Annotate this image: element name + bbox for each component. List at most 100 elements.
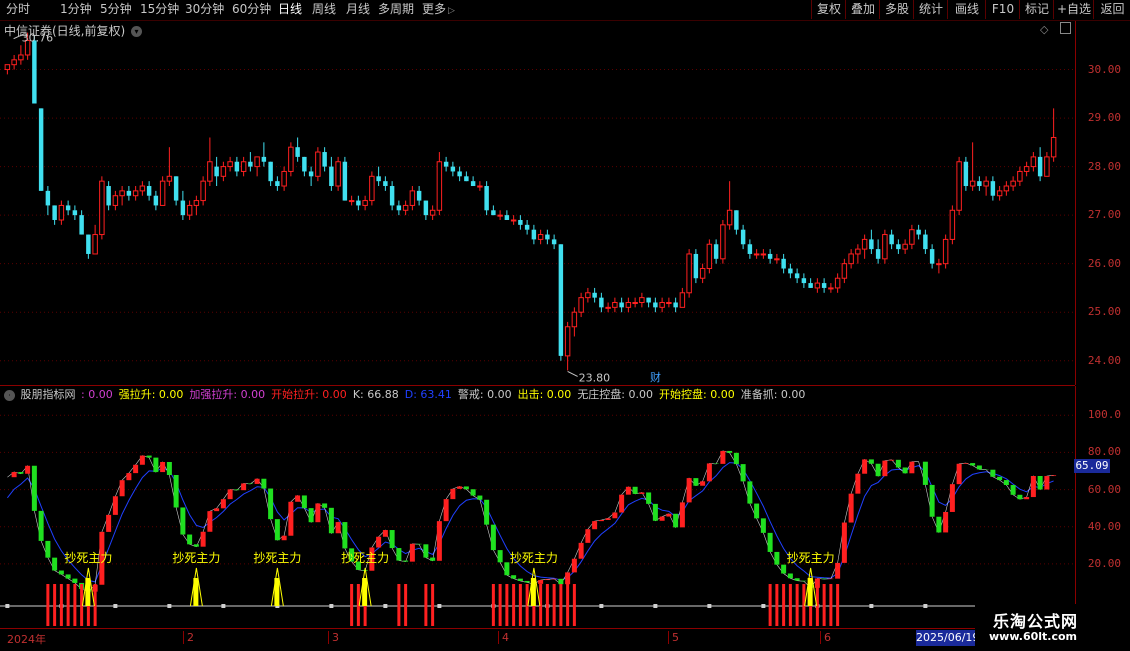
toolbar-button-5[interactable]: F10 — [985, 0, 1020, 19]
period-tab-6[interactable]: 日线 — [278, 2, 302, 17]
date-label: 2 — [183, 631, 194, 644]
settings-icon[interactable]: · — [4, 389, 15, 401]
price-chart-pane[interactable]: 30.76 23.80 财 — [0, 21, 1075, 386]
date-label: 2024年 — [7, 633, 46, 646]
signal-bar-yellow — [193, 578, 199, 606]
candle — [86, 234, 91, 259]
chevron-down-icon[interactable]: ▾ — [131, 26, 143, 37]
toolbar-button-4[interactable]: 画线 — [947, 0, 986, 19]
indicator-value-5: D: 63.41 — [404, 388, 452, 401]
candle — [275, 176, 280, 191]
candle — [949, 205, 956, 245]
toolbar-button-6[interactable]: 标记 — [1019, 0, 1054, 19]
signal-bar-low — [539, 606, 543, 626]
candle — [679, 287, 686, 308]
candle — [1030, 152, 1037, 172]
candle — [558, 244, 564, 361]
signal-bar-low — [836, 606, 840, 626]
indicator-value-3: 开始拉升: 0.00 — [271, 388, 347, 401]
signal-bar-low — [86, 606, 90, 626]
signal-label: 抄死主力 — [341, 551, 389, 565]
low-price-label: 23.80 — [579, 371, 611, 384]
signal-bar-low — [505, 606, 509, 626]
period-tab-10[interactable]: 更多 ▷ — [422, 2, 455, 19]
candle — [99, 176, 105, 240]
candle — [571, 307, 578, 337]
candle — [376, 166, 381, 187]
period-tab-3[interactable]: 15分钟 — [140, 2, 179, 17]
candle — [207, 137, 213, 187]
watermark-name: 乐淘公式网 — [993, 612, 1079, 631]
period-tab-4[interactable]: 30分钟 — [185, 2, 224, 17]
candle — [72, 205, 78, 220]
candle — [436, 152, 443, 216]
baseline-dot — [599, 604, 604, 608]
kdj-indicator-chart[interactable]: 抄死主力 抄死主力 抄死主力 抄死主力 抄死主力 抄死主力 — [0, 386, 1075, 628]
candle — [504, 210, 510, 220]
period-tab-5[interactable]: 60分钟 — [232, 2, 271, 17]
signal-label: 抄死主力 — [253, 551, 301, 565]
signal-bar — [566, 584, 570, 606]
candle — [106, 181, 111, 211]
signal-bar — [53, 584, 57, 606]
signal-bar-yellow — [85, 578, 91, 606]
candle — [409, 186, 416, 211]
candle — [537, 229, 544, 245]
candle — [52, 205, 57, 225]
baseline-dot — [869, 604, 874, 608]
baseline-dot — [167, 604, 172, 608]
toolbar-button-3[interactable]: 统计 — [913, 0, 948, 19]
toolbar-button-2[interactable]: 多股 — [879, 0, 914, 19]
candle — [261, 142, 267, 167]
window-icon[interactable] — [1060, 22, 1071, 34]
signal-label: 抄死主力 — [787, 551, 835, 565]
indicator-pane[interactable]: 抄死主力 抄死主力 抄死主力 抄死主力 抄死主力 抄死主力 — [0, 386, 1075, 628]
signal-bar — [822, 584, 826, 606]
signal-bar — [498, 584, 502, 606]
candle — [753, 249, 760, 259]
indicator-value-1: 强拉升: 0.00 — [118, 388, 184, 401]
candle — [1003, 181, 1010, 196]
signal-bar-low — [46, 606, 50, 626]
indicator-name: 股朋指标网 — [20, 388, 76, 401]
signal-bar-low — [404, 606, 408, 626]
candle — [470, 176, 476, 187]
period-tab-7[interactable]: 周线 — [312, 2, 336, 17]
date-label: 6 — [820, 631, 831, 644]
baseline-dot — [761, 604, 766, 608]
period-tab-2[interactable]: 5分钟 — [100, 2, 132, 17]
signal-bar — [545, 584, 549, 606]
candle — [639, 292, 645, 308]
candle — [902, 239, 908, 254]
chart-title: 中信证券(日线,前复权) ▾ — [4, 22, 143, 39]
period-tab-0[interactable]: 分时 — [6, 2, 30, 17]
toolbar-button-0[interactable]: 复权 — [811, 0, 846, 19]
candle — [146, 181, 152, 201]
date-label: 4 — [498, 631, 509, 644]
period-tab-8[interactable]: 月线 — [346, 2, 370, 17]
candle — [632, 297, 638, 308]
candle — [713, 239, 719, 264]
candle — [564, 321, 571, 371]
candle — [869, 229, 874, 254]
period-tab-1[interactable]: 1分钟 — [60, 2, 92, 17]
toolbar-button-1[interactable]: 叠加 — [845, 0, 880, 19]
signal-bar-low — [829, 606, 833, 626]
candlestick-chart[interactable]: 30.7623.80 财 — [0, 21, 1075, 385]
price-tick: 29.00 — [1087, 111, 1121, 125]
candle — [234, 156, 240, 177]
candle — [781, 253, 786, 274]
candle — [4, 64, 11, 75]
toolbar-button-8[interactable]: 返回 — [1093, 0, 1130, 19]
period-tab-9[interactable]: 多周期 — [378, 2, 414, 17]
toolbar-button-7[interactable]: +自选 — [1053, 0, 1094, 19]
candle — [720, 219, 726, 264]
signal-bar-low — [73, 606, 77, 626]
candle — [173, 176, 179, 206]
diamond-icon[interactable]: ◇ — [1040, 23, 1048, 36]
candle — [625, 297, 632, 313]
date-label: 3 — [328, 631, 339, 644]
candle — [200, 176, 206, 206]
date-axis: 2025/06/19 2024年 2 3 4 5 6 — [0, 628, 1075, 651]
candle — [356, 195, 361, 211]
